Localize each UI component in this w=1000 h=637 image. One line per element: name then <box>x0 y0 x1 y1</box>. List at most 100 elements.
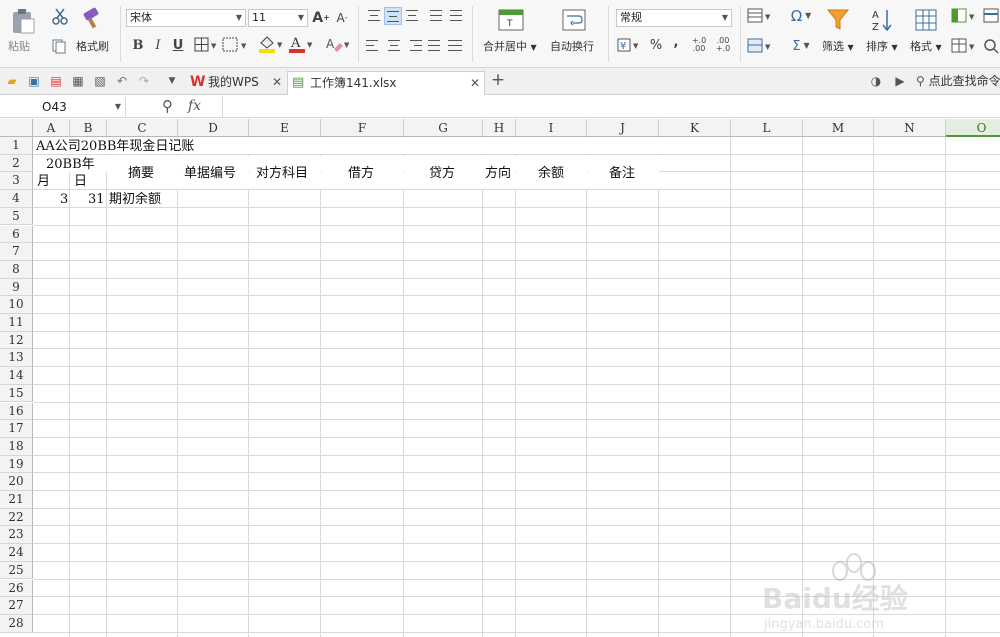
header-doc-no-cell[interactable]: 单据编号 <box>184 165 236 182</box>
column-header-f[interactable]: F <box>321 119 404 137</box>
row-header-16[interactable]: 16 <box>0 402 33 421</box>
column-header-a[interactable]: A <box>33 119 70 137</box>
header-summary-cell[interactable]: 摘要 <box>128 165 154 182</box>
column-header-l[interactable]: L <box>731 119 803 137</box>
export-pdf-icon[interactable]: ▤ <box>48 73 64 89</box>
customize-toolbar-icon[interactable]: ▼ <box>164 73 180 89</box>
year-header-cell[interactable]: 20BB年 <box>46 156 95 173</box>
row-header-26[interactable]: 26 <box>0 579 33 598</box>
italic-button[interactable]: I <box>150 36 166 54</box>
tab-my-wps[interactable]: W 我的WPS ✕ <box>186 71 286 95</box>
close-icon[interactable]: ✕ <box>470 72 480 94</box>
format-button[interactable] <box>912 6 940 34</box>
row-header-20[interactable]: 20 <box>0 473 33 491</box>
align-center-button[interactable] <box>386 37 402 53</box>
column-header-j[interactable]: J <box>587 119 659 137</box>
border-button[interactable]: ▼ <box>194 37 218 53</box>
row4-month-cell[interactable]: 3 <box>60 191 68 208</box>
font-size-dropdown[interactable]: 11 ▼ <box>248 9 308 27</box>
row-header-18[interactable]: 18 <box>0 437 33 456</box>
share-icon[interactable]: ▶ <box>892 73 908 89</box>
column-header-g[interactable]: G <box>404 119 483 137</box>
row4-day-cell[interactable]: 31 <box>88 191 105 208</box>
distributed-align-button[interactable] <box>446 37 464 53</box>
cell-style-button[interactable]: ▼ <box>746 37 774 55</box>
row-header-21[interactable]: 21 <box>0 491 33 509</box>
row-header-3[interactable]: 3 <box>0 172 33 191</box>
close-icon[interactable]: ✕ <box>272 71 282 93</box>
sheet-title-cell[interactable]: AA公司20BB年现金日记账 <box>36 138 194 155</box>
increase-indent-button[interactable] <box>448 7 464 23</box>
header-credit-cell[interactable]: 贷方 <box>429 165 455 182</box>
table-style-button[interactable]: ▼ <box>746 7 774 25</box>
row-header-24[interactable]: 24 <box>0 544 33 562</box>
decrease-indent-button[interactable] <box>428 7 444 23</box>
row-header-6[interactable]: 6 <box>0 225 33 244</box>
number-format-dropdown[interactable]: 常规 ▼ <box>616 9 732 27</box>
increase-font-button[interactable]: A + <box>312 9 330 27</box>
align-bottom-button[interactable] <box>404 7 420 23</box>
open-folder-icon[interactable]: ▰ <box>4 73 20 89</box>
row-header-28[interactable]: 28 <box>0 614 33 633</box>
row-header-9[interactable]: 9 <box>0 278 33 297</box>
row-header-25[interactable]: 25 <box>0 561 33 580</box>
row-header-23[interactable]: 23 <box>0 526 33 545</box>
increase-decimal-button[interactable]: +.0.00 <box>690 37 708 53</box>
worksheet-button[interactable]: ▼ <box>950 37 978 55</box>
header-account-cell[interactable]: 对方科目 <box>256 165 308 182</box>
paste-button[interactable] <box>8 6 38 36</box>
redo-icon[interactable]: ↷ <box>136 73 152 89</box>
align-top-button[interactable] <box>366 7 382 23</box>
command-search[interactable]: ⚲ 点此查找命令 <box>916 72 1000 90</box>
rows-columns-button[interactable]: ▼ <box>950 7 978 25</box>
new-tab-icon[interactable]: + <box>490 72 506 89</box>
align-right-button[interactable] <box>406 37 422 53</box>
row-header-15[interactable]: 15 <box>0 384 33 403</box>
format-painter-button[interactable] <box>80 6 104 30</box>
row-header-11[interactable]: 11 <box>0 314 33 332</box>
row-header-2[interactable]: 2 <box>0 154 33 173</box>
row-header-27[interactable]: 27 <box>0 597 33 615</box>
sort-button[interactable]: A Z <box>868 6 896 34</box>
column-header-c[interactable]: C <box>107 119 178 137</box>
column-header-e[interactable]: E <box>249 119 321 137</box>
font-color-button[interactable]: A ▼ <box>288 35 316 53</box>
undo-icon[interactable]: ↶ <box>114 73 130 89</box>
row-header-4[interactable]: 4 <box>0 190 33 208</box>
header-direction-cell[interactable]: 方向 <box>485 165 511 182</box>
underline-button[interactable]: U <box>170 36 186 54</box>
column-header-h[interactable]: H <box>483 119 516 137</box>
row-header-13[interactable]: 13 <box>0 349 33 368</box>
currency-button[interactable]: ¥ ▼ <box>616 36 642 54</box>
cut-button[interactable] <box>50 6 70 26</box>
row-header-22[interactable]: 22 <box>0 508 33 527</box>
row-header-5[interactable]: 5 <box>0 207 33 226</box>
row-header-10[interactable]: 10 <box>0 296 33 314</box>
column-header-m[interactable]: M <box>803 119 874 137</box>
spreadsheet-grid[interactable]: A B C D E F G H I J K L M N O 1 2 3 4 5 6 7 8 9 10 11 12 13 14 15 16 17… <box>0 119 1000 637</box>
zoom-formula-icon[interactable]: ⚲ <box>162 97 173 115</box>
insert-function-button[interactable]: fx <box>188 98 201 114</box>
row-header-19[interactable]: 19 <box>0 455 33 474</box>
symbol-button[interactable]: Ω ▼ <box>786 7 816 25</box>
name-box[interactable]: O43 ▼ <box>0 97 126 117</box>
wrap-text-button[interactable] <box>560 7 588 33</box>
month-header-cell[interactable]: 月 <box>37 173 50 190</box>
column-header-b[interactable]: B <box>70 119 107 137</box>
formula-input[interactable] <box>222 96 1000 117</box>
header-debit-cell[interactable]: 借方 <box>348 165 374 182</box>
font-name-dropdown[interactable]: 宋体 ▼ <box>126 9 246 27</box>
column-header-i[interactable]: I <box>516 119 587 137</box>
skin-icon[interactable]: ◑ <box>868 73 884 89</box>
row-header-7[interactable]: 7 <box>0 243 33 261</box>
column-header-k[interactable]: K <box>659 119 731 137</box>
align-left-button[interactable] <box>366 37 382 53</box>
column-header-n[interactable]: N <box>874 119 946 137</box>
freeze-button[interactable] <box>982 7 1000 25</box>
comma-style-button[interactable]: , <box>670 33 682 51</box>
row4-summary-cell[interactable]: 期初余额 <box>109 191 161 208</box>
column-header-o[interactable]: O <box>946 119 1000 137</box>
row-header-8[interactable]: 8 <box>0 260 33 279</box>
row-header-14[interactable]: 14 <box>0 367 33 385</box>
align-middle-button[interactable] <box>384 7 402 25</box>
